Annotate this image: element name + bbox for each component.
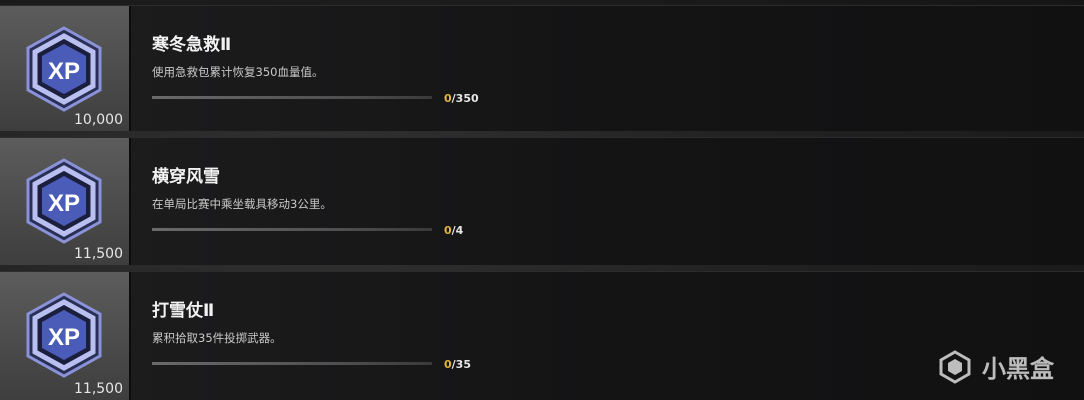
- challenge-description: 在单局比赛中乘坐载具移动3公里。: [152, 197, 332, 211]
- reward-panel: XP 10,000: [0, 6, 131, 131]
- progress-total: /350: [451, 92, 479, 105]
- reward-xp-amount: 11,500: [74, 381, 123, 397]
- xp-badge-label: XP: [48, 190, 80, 217]
- reward-xp-amount: 11,500: [74, 246, 123, 262]
- challenge-card[interactable]: XP 10,000 寒冬急救Ⅱ 使用急救包累计恢复350血量值。 0/350: [0, 5, 1084, 131]
- watermark-text: 小黑盒: [982, 355, 1054, 383]
- xp-badge-label: XP: [48, 58, 80, 85]
- xp-badge-label: XP: [48, 324, 80, 351]
- challenge-card[interactable]: XP 11,500 横穿风雪 在单局比赛中乘坐载具移动3公里。 0/4: [0, 137, 1084, 265]
- xp-badge-icon: XP: [26, 292, 102, 378]
- reward-panel: XP 11,500: [0, 138, 131, 265]
- reward-xp-amount: 10,000: [74, 112, 123, 128]
- progress-text: 0/350: [444, 92, 479, 105]
- xiaoheihe-logo-icon: [939, 349, 971, 384]
- reward-panel: XP 11,500: [0, 272, 131, 400]
- progress-bar: [152, 228, 432, 231]
- progress-text: 0/35: [444, 358, 471, 371]
- progress-current: 0: [444, 224, 452, 237]
- challenge-title: 打雪仗Ⅱ: [152, 301, 215, 321]
- progress-current: 0: [444, 92, 452, 105]
- progress-total: /35: [451, 358, 471, 371]
- xp-badge-icon: XP: [26, 26, 102, 112]
- challenge-card[interactable]: XP 11,500 打雪仗Ⅱ 累积拾取35件投掷武器。 0/35: [0, 271, 1084, 400]
- challenge-description: 使用急救包累计恢复350血量值。: [152, 65, 324, 79]
- challenge-title: 寒冬急救Ⅱ: [152, 35, 232, 55]
- challenge-list: XP 10,000 寒冬急救Ⅱ 使用急救包累计恢复350血量值。 0/350 X…: [0, 0, 1084, 400]
- progress-bar: [152, 362, 432, 365]
- progress-current: 0: [444, 358, 452, 371]
- progress-bar: [152, 96, 432, 99]
- challenge-title: 横穿风雪: [152, 167, 220, 187]
- brand-watermark: 小黑盒: [938, 349, 1054, 384]
- xp-badge-icon: XP: [26, 158, 102, 244]
- progress-text: 0/4: [444, 224, 463, 237]
- challenge-description: 累积拾取35件投掷武器。: [152, 331, 282, 345]
- progress-total: /4: [451, 224, 464, 237]
